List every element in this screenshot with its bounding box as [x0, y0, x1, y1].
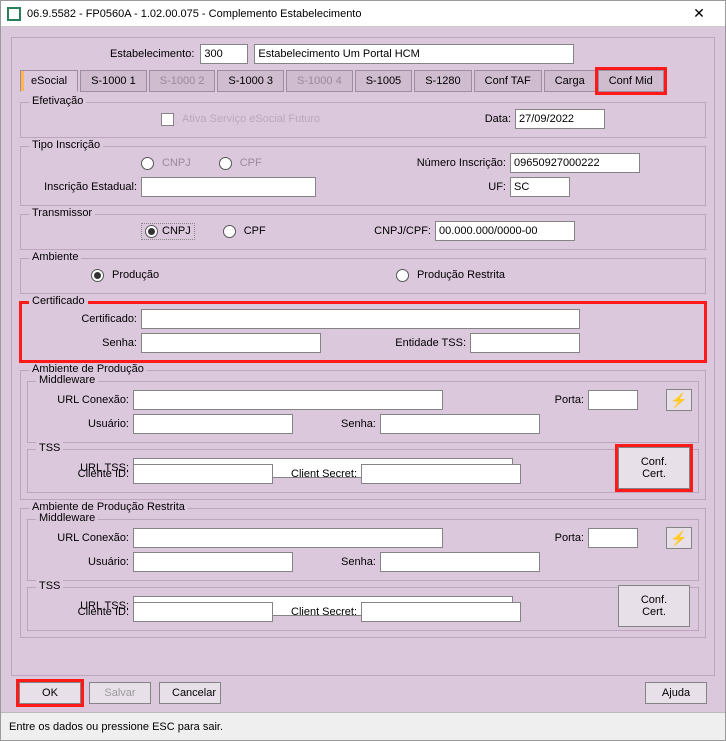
rest-mw-user-input[interactable] [133, 552, 293, 572]
tab-s1280[interactable]: S-1280 [414, 70, 471, 92]
cert-label: Certificado: [27, 313, 137, 325]
group-prod-mw: Middleware URL Conexão: Porta: ⚡ Usuário… [27, 381, 699, 443]
group-efetivacao: Efetivação Ativa Serviço eSocial Futuro … [20, 102, 706, 138]
prod-tss-secret-input[interactable] [361, 464, 521, 484]
legend-ambiente: Ambiente [29, 251, 81, 263]
rest-mw-url-input[interactable] [133, 528, 443, 548]
prod-tss-clientid-input[interactable] [133, 464, 273, 484]
entidade-tss-label: Entidade TSS: [395, 337, 466, 349]
insc-est-label: Inscrição Estadual: [27, 181, 137, 193]
radio-tipo-cpf[interactable] [219, 157, 232, 170]
radio-amb-rest[interactable] [396, 269, 409, 282]
estab-code-input[interactable] [200, 44, 248, 64]
legend-tipo: Tipo Inscrição [29, 139, 103, 151]
group-prod-tss: TSS URL TSS: Conf. Cert. Cliente ID: Cli… [27, 449, 699, 493]
rest-conf-cert-button[interactable]: Conf. Cert. [618, 585, 690, 627]
estab-label: Estabelecimento: [110, 48, 194, 60]
uf-label: UF: [488, 181, 506, 193]
cert-input[interactable] [141, 309, 580, 329]
trans-doc-label: CNPJ/CPF: [374, 225, 431, 237]
salvar-button: Salvar [89, 682, 151, 704]
group-transmissor: Transmissor CNPJ CPF CNPJ/CPF: [20, 214, 706, 250]
cancelar-button[interactable]: Cancelar [159, 682, 221, 704]
legend-trans: Transmissor [29, 207, 95, 219]
group-ambiente: Ambiente Produção Produção Restrita [20, 258, 706, 294]
num-insc-input[interactable] [510, 153, 640, 173]
tab-conf-taf[interactable]: Conf TAF [474, 70, 542, 92]
tab-s1000-2: S-1000 2 [149, 70, 216, 92]
header-row: Estabelecimento: [20, 44, 706, 64]
status-bar: Entre os dados ou pressione ESC para sai… [1, 712, 725, 740]
group-tipo-inscricao: Tipo Inscrição CNPJ CPF Número Inscrição… [20, 146, 706, 206]
group-rest-mw: Middleware URL Conexão: Porta: ⚡ Usuário… [27, 519, 699, 581]
num-insc-label: Número Inscrição: [417, 157, 506, 169]
body-panel: Estabelecimento: eSocial S-1000 1 S-1000… [11, 37, 715, 676]
legend-cert: Certificado [29, 295, 88, 307]
prod-mw-user-input[interactable] [133, 414, 293, 434]
rest-mw-test-button[interactable]: ⚡ [666, 527, 692, 549]
prod-conf-cert-button[interactable]: Conf. Cert. [618, 447, 690, 489]
tab-esocial[interactable]: eSocial [20, 70, 78, 92]
footer-bar: OK Salvar Cancelar Ajuda [11, 676, 715, 712]
tab-carga[interactable]: Carga [544, 70, 596, 92]
tab-s1005[interactable]: S-1005 [355, 70, 412, 92]
entidade-tss-input[interactable] [470, 333, 580, 353]
prod-mw-url-input[interactable] [133, 390, 443, 410]
radio-trans-cnpj-wrap[interactable]: CNPJ [141, 223, 195, 240]
radio-trans-cpf[interactable] [223, 225, 236, 238]
rest-tss-clientid-input[interactable] [133, 602, 273, 622]
window: 06.9.5582 - FP0560A - 1.02.00.075 - Comp… [0, 0, 726, 741]
prod-mw-test-button[interactable]: ⚡ [666, 389, 692, 411]
insc-est-input[interactable] [141, 177, 316, 197]
radio-tipo-cnpj[interactable] [141, 157, 154, 170]
rest-mw-porta-input[interactable] [588, 528, 638, 548]
data-label: Data: [485, 113, 511, 125]
prod-mw-porta-input[interactable] [588, 390, 638, 410]
radio-amb-prod[interactable] [91, 269, 104, 282]
ok-button[interactable]: OK [19, 682, 81, 704]
rest-tss-secret-input[interactable] [361, 602, 521, 622]
group-certificado: Certificado Certificado: Senha: Entidade… [20, 302, 706, 362]
ajuda-button[interactable]: Ajuda [645, 682, 707, 704]
check-ativa-servico[interactable] [161, 113, 174, 126]
tab-conf-mid[interactable]: Conf Mid [598, 70, 664, 92]
radio-trans-cnpj [145, 225, 158, 238]
app-icon [7, 7, 21, 21]
tab-s1000-4: S-1000 4 [286, 70, 353, 92]
close-icon[interactable]: ✕ [679, 5, 719, 22]
group-rest-tss: TSS URL TSS: Conf. Cert. Cliente ID: Cli… [27, 587, 699, 631]
estab-name-input[interactable] [254, 44, 574, 64]
senha-cert-label: Senha: [27, 337, 137, 349]
legend-efetivacao: Efetivação [29, 95, 86, 107]
group-amb-prod: Ambiente de Produção Middleware URL Cone… [20, 370, 706, 500]
check-ativa-servico-label: Ativa Serviço eSocial Futuro [182, 113, 320, 125]
tab-strip: eSocial S-1000 1 S-1000 2 S-1000 3 S-100… [20, 70, 706, 92]
titlebar: 06.9.5582 - FP0560A - 1.02.00.075 - Comp… [1, 1, 725, 27]
lightning-icon: ⚡ [670, 392, 687, 409]
uf-input[interactable] [510, 177, 570, 197]
prod-mw-senha-input[interactable] [380, 414, 540, 434]
status-text: Entre os dados ou pressione ESC para sai… [9, 721, 223, 733]
trans-doc-input[interactable] [435, 221, 575, 241]
lightning-icon: ⚡ [670, 530, 687, 547]
tab-s1000-1[interactable]: S-1000 1 [80, 70, 147, 92]
group-amb-rest: Ambiente de Produção Restrita Middleware… [20, 508, 706, 638]
data-input[interactable] [515, 109, 605, 129]
rest-mw-senha-input[interactable] [380, 552, 540, 572]
senha-cert-input[interactable] [141, 333, 321, 353]
client-area: Estabelecimento: eSocial S-1000 1 S-1000… [1, 27, 725, 712]
window-title: 06.9.5582 - FP0560A - 1.02.00.075 - Comp… [27, 8, 679, 20]
tab-s1000-3[interactable]: S-1000 3 [217, 70, 284, 92]
